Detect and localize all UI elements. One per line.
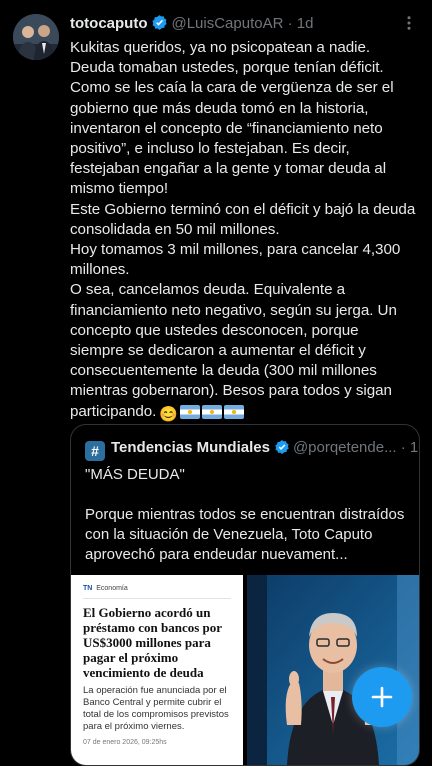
quote-text: "MÁS DEUDA" Porque mientras todos se enc… [85,465,407,585]
compose-button[interactable] [352,667,412,727]
verified-badge-icon [151,14,168,37]
separator-dot: · [400,439,406,456]
tweet-timestamp[interactable]: 1d [297,15,314,32]
tweet-paragraph: Kukitas queridos, ya no psicopatean a na… [70,39,371,56]
quote-line: Porque mientras todos se encuentran dist… [85,506,405,563]
compose-plus-icon [371,686,393,708]
news-article-image[interactable]: TN Economía El Gobierno acordó un présta… [71,575,243,765]
emoji-group: 😊 [159,404,244,425]
author-avatar[interactable] [13,14,59,60]
author-handle[interactable]: @LuisCaputoAR [171,15,283,32]
article-title: El Gobierno acordó un préstamo con banco… [83,605,222,680]
quote-header: # Tendencias Mundiales @porqetende... · 1d [85,437,419,462]
tweet-paragraph: Deuda tomaban ustedes, porque tenían déf… [70,59,384,77]
verified-badge-icon [274,439,290,462]
quote-line: "MÁS DEUDA" [85,466,185,483]
tweet-paragraph: Hoy tomamos 3 mil millones, para cancela… [70,241,401,279]
article-source: TN Economía [71,575,243,592]
author-name[interactable]: totocaputo [70,15,147,32]
tweet-paragraph: Como se les caía la cara de vergüenza de… [70,79,394,198]
article-section: Economía [96,585,128,592]
tweet-paragraph: Este Gobierno terminó con el déficit y b… [70,200,416,238]
more-options-icon[interactable] [400,14,418,37]
argentina-flag-icon [201,404,222,419]
quote-author-handle[interactable]: @porqetende... [293,439,397,456]
tweet-paragraph: O sea, cancelamos deuda. Equivalente a f… [70,280,416,424]
article-subtitle: La operación fue anunciada por el Banco … [83,685,229,732]
separator-dot: · [287,15,293,32]
argentina-flag-icon [179,404,200,419]
article-source-logo: TN [83,585,93,592]
quote-author-name[interactable]: Tendencias Mundiales [111,439,270,456]
tweet-paragraph-text: O sea, cancelamos deuda. Equivalente a f… [70,281,397,420]
quote-avatar[interactable]: # [85,441,105,461]
article-date: 07 de enero 2026, 09:25hs [83,739,167,746]
tweet-header: totocaputo @LuisCaputoAR · 1d [70,14,420,34]
argentina-flag-icon [223,404,244,419]
quote-timestamp[interactable]: 1d [410,439,419,456]
smiling-face-emoji-icon: 😊 [159,405,178,423]
tweet-text: Kukitas queridos, ya no psicopatean a na… [70,38,416,425]
